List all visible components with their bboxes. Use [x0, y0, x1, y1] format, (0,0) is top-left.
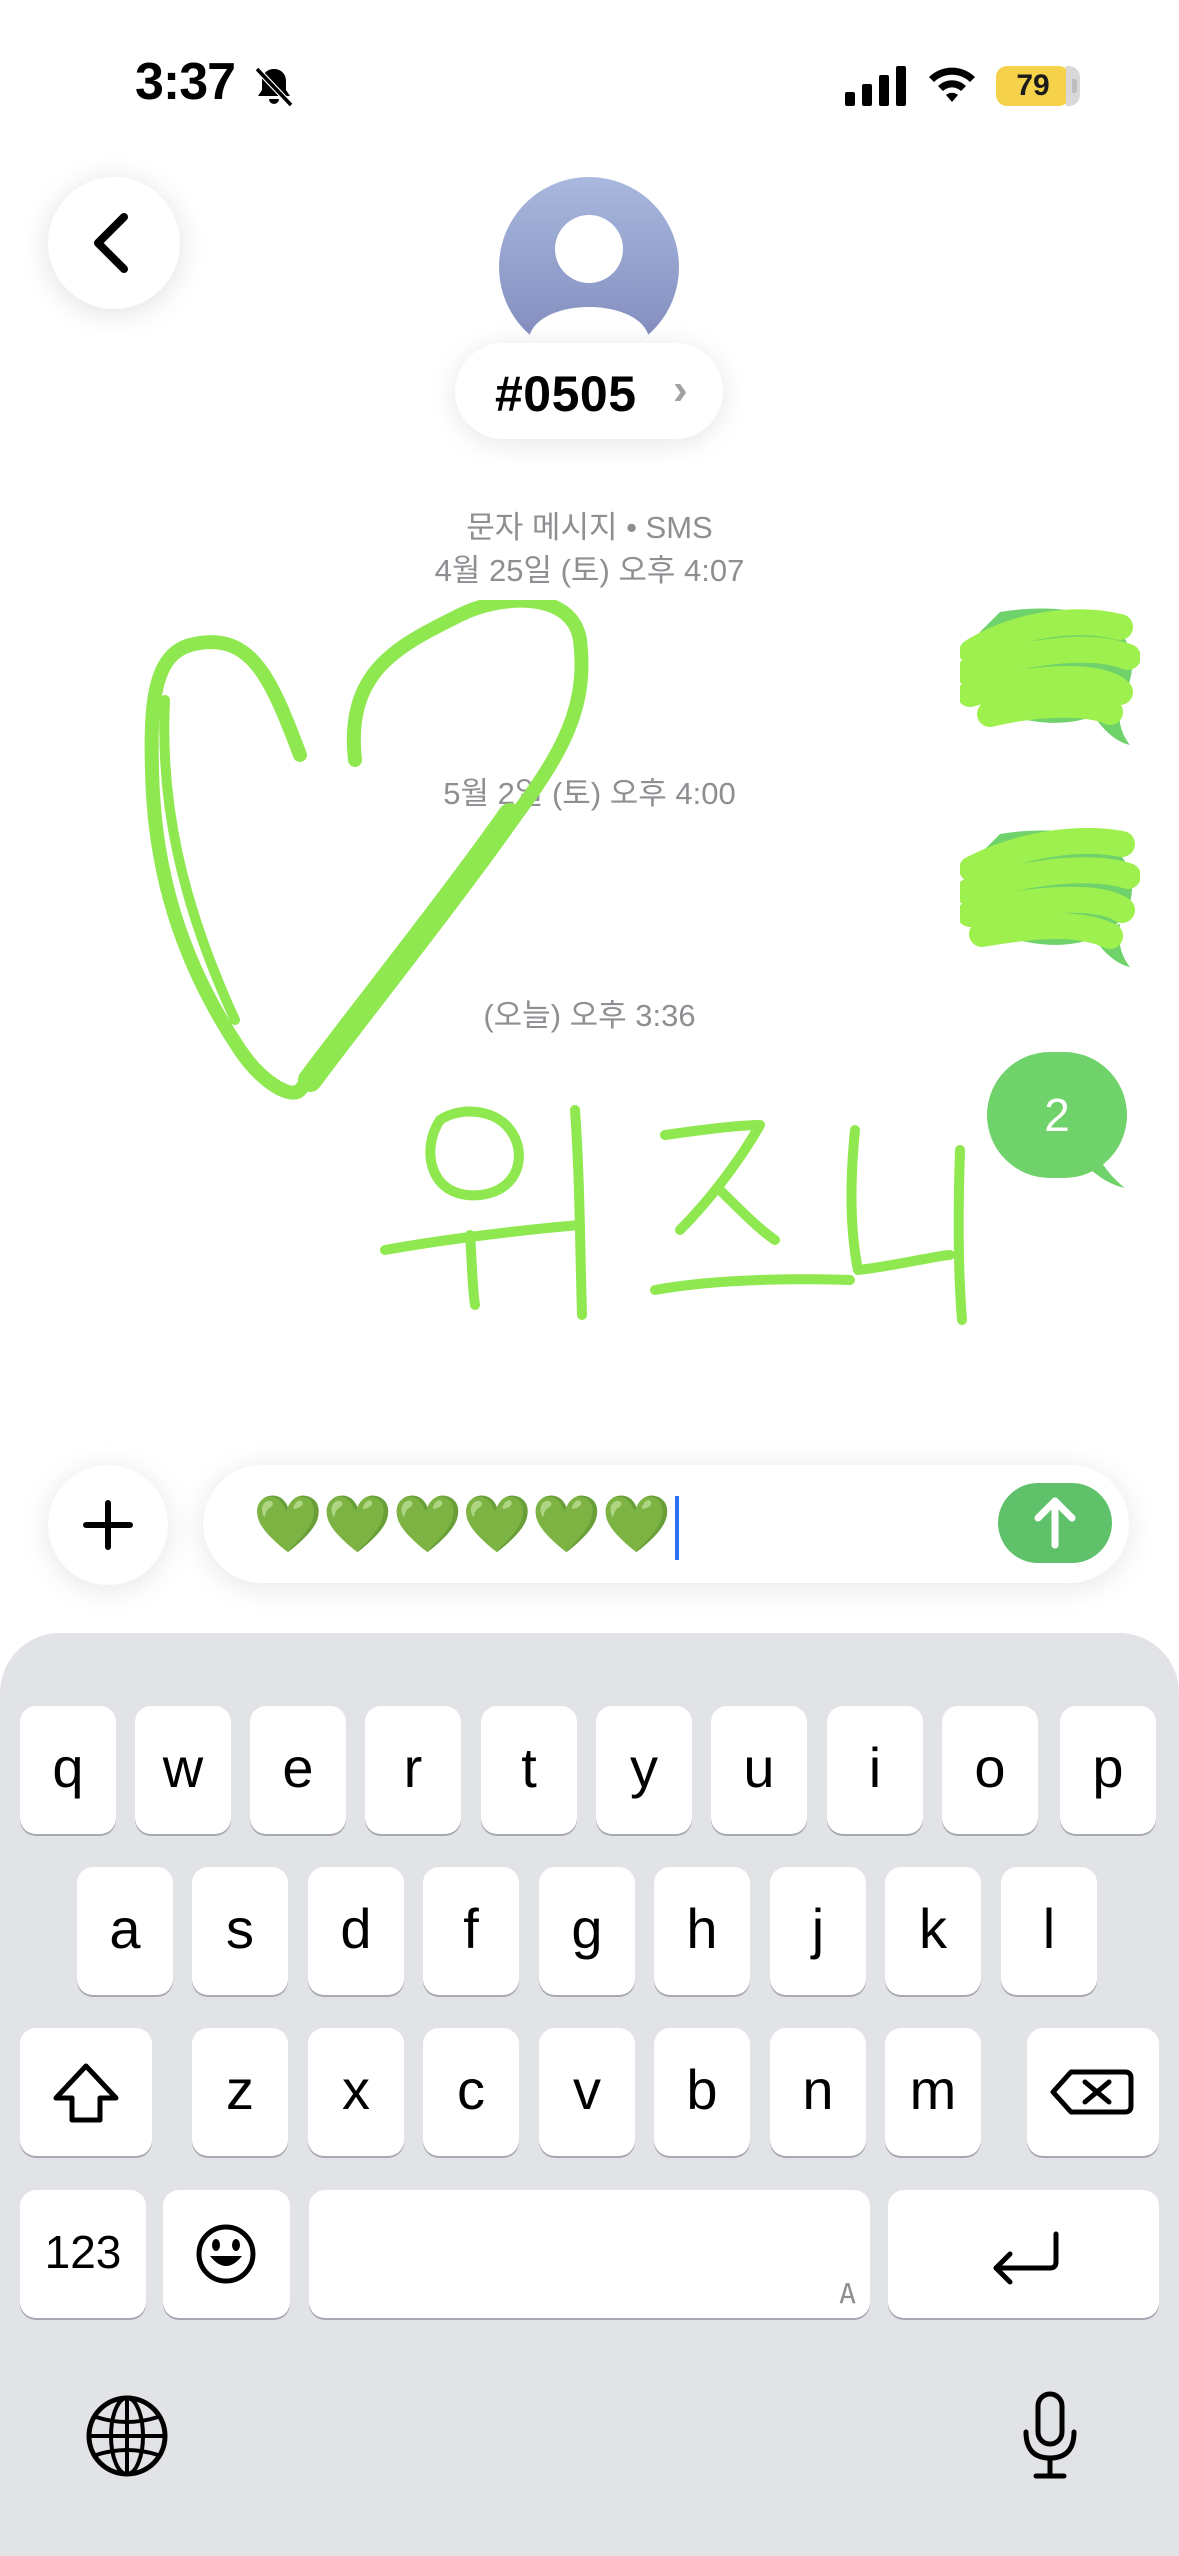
key-w[interactable]: w	[135, 1706, 231, 1834]
delete-key[interactable]	[1027, 2028, 1159, 2156]
timestamp-1: 4월 25일 (토) 오후 4:07	[434, 553, 745, 588]
key-r[interactable]: r	[365, 1706, 461, 1834]
battery-level: 79	[1016, 69, 1050, 102]
key-l[interactable]: l	[1001, 1867, 1097, 1995]
key-z[interactable]: z	[192, 2028, 288, 2156]
handwritten-heart-drawing	[144, 600, 589, 1100]
text-caret	[675, 1496, 680, 1561]
keyboard: q w e r t y u i o p a s d f g h j k l z …	[0, 1633, 1179, 2556]
key-h[interactable]: h	[654, 1867, 750, 1995]
key-e[interactable]: e	[250, 1706, 346, 1834]
key-n[interactable]: n	[770, 2028, 866, 2156]
key-d[interactable]: d	[308, 1867, 404, 1995]
key-u[interactable]: u	[711, 1706, 807, 1834]
key-j[interactable]: j	[770, 1867, 866, 1995]
key-m[interactable]: m	[885, 2028, 981, 2156]
message-input-value: 💚💚💚💚💚💚	[253, 1492, 672, 1555]
message-bubble-1[interactable]	[960, 602, 1140, 752]
back-chevron-icon	[94, 213, 128, 273]
numbers-key[interactable]: 123	[20, 2190, 146, 2318]
return-key[interactable]	[888, 2190, 1159, 2318]
return-icon	[993, 2231, 1059, 2285]
shift-icon	[53, 2063, 119, 2123]
key-o[interactable]: o	[942, 1706, 1038, 1834]
signal-icon	[845, 66, 906, 106]
message-bubble-2[interactable]	[960, 824, 1140, 974]
back-button[interactable]	[48, 177, 180, 309]
key-v[interactable]: v	[539, 2028, 635, 2156]
message-input[interactable]: 💚💚💚💚💚💚	[203, 1465, 1129, 1583]
wifi-icon	[929, 67, 975, 102]
key-s[interactable]: s	[192, 1867, 288, 1995]
key-q[interactable]: q	[20, 1706, 116, 1834]
key-b[interactable]: b	[654, 2028, 750, 2156]
shift-key[interactable]	[20, 2028, 152, 2156]
space-key-hint: A	[839, 2277, 856, 2310]
add-attachment-button[interactable]	[48, 1465, 168, 1585]
person-icon	[529, 215, 649, 357]
bubble-tail	[1080, 1130, 1125, 1188]
key-p[interactable]: p	[1060, 1706, 1156, 1834]
key-g[interactable]: g	[539, 1867, 635, 1995]
message-input-text[interactable]: 💚💚💚💚💚💚	[253, 1492, 680, 1561]
key-c[interactable]: c	[423, 2028, 519, 2156]
key-y[interactable]: y	[596, 1706, 692, 1834]
emoji-key[interactable]	[163, 2190, 290, 2318]
key-k[interactable]: k	[885, 1867, 981, 1995]
contact-name: #0505	[495, 366, 637, 422]
status-time: 3:37	[135, 53, 236, 111]
key-x[interactable]: x	[308, 2028, 404, 2156]
emoji-icon	[196, 2224, 256, 2284]
message-type-label: 문자 메시지 • SMS	[466, 510, 713, 545]
send-button[interactable]	[998, 1483, 1112, 1563]
bell-slash-icon	[254, 66, 294, 108]
handwritten-text-drawing	[380, 1105, 967, 1325]
plus-icon	[83, 1500, 133, 1550]
delete-icon	[1050, 2069, 1134, 2115]
battery-indicator: 79	[996, 66, 1080, 106]
key-t[interactable]: t	[481, 1706, 577, 1834]
contact-name-button[interactable]: #0505 ›	[455, 343, 723, 439]
key-i[interactable]: i	[827, 1706, 923, 1834]
chevron-right-icon: ›	[673, 365, 688, 414]
key-a[interactable]: a	[77, 1867, 173, 1995]
arrow-up-icon	[1034, 1497, 1076, 1549]
key-f[interactable]: f	[423, 1867, 519, 1995]
globe-icon[interactable]	[84, 2393, 170, 2479]
contact-avatar[interactable]	[499, 177, 679, 357]
space-key[interactable]: A	[309, 2190, 870, 2318]
microphone-icon[interactable]	[1018, 2388, 1082, 2484]
